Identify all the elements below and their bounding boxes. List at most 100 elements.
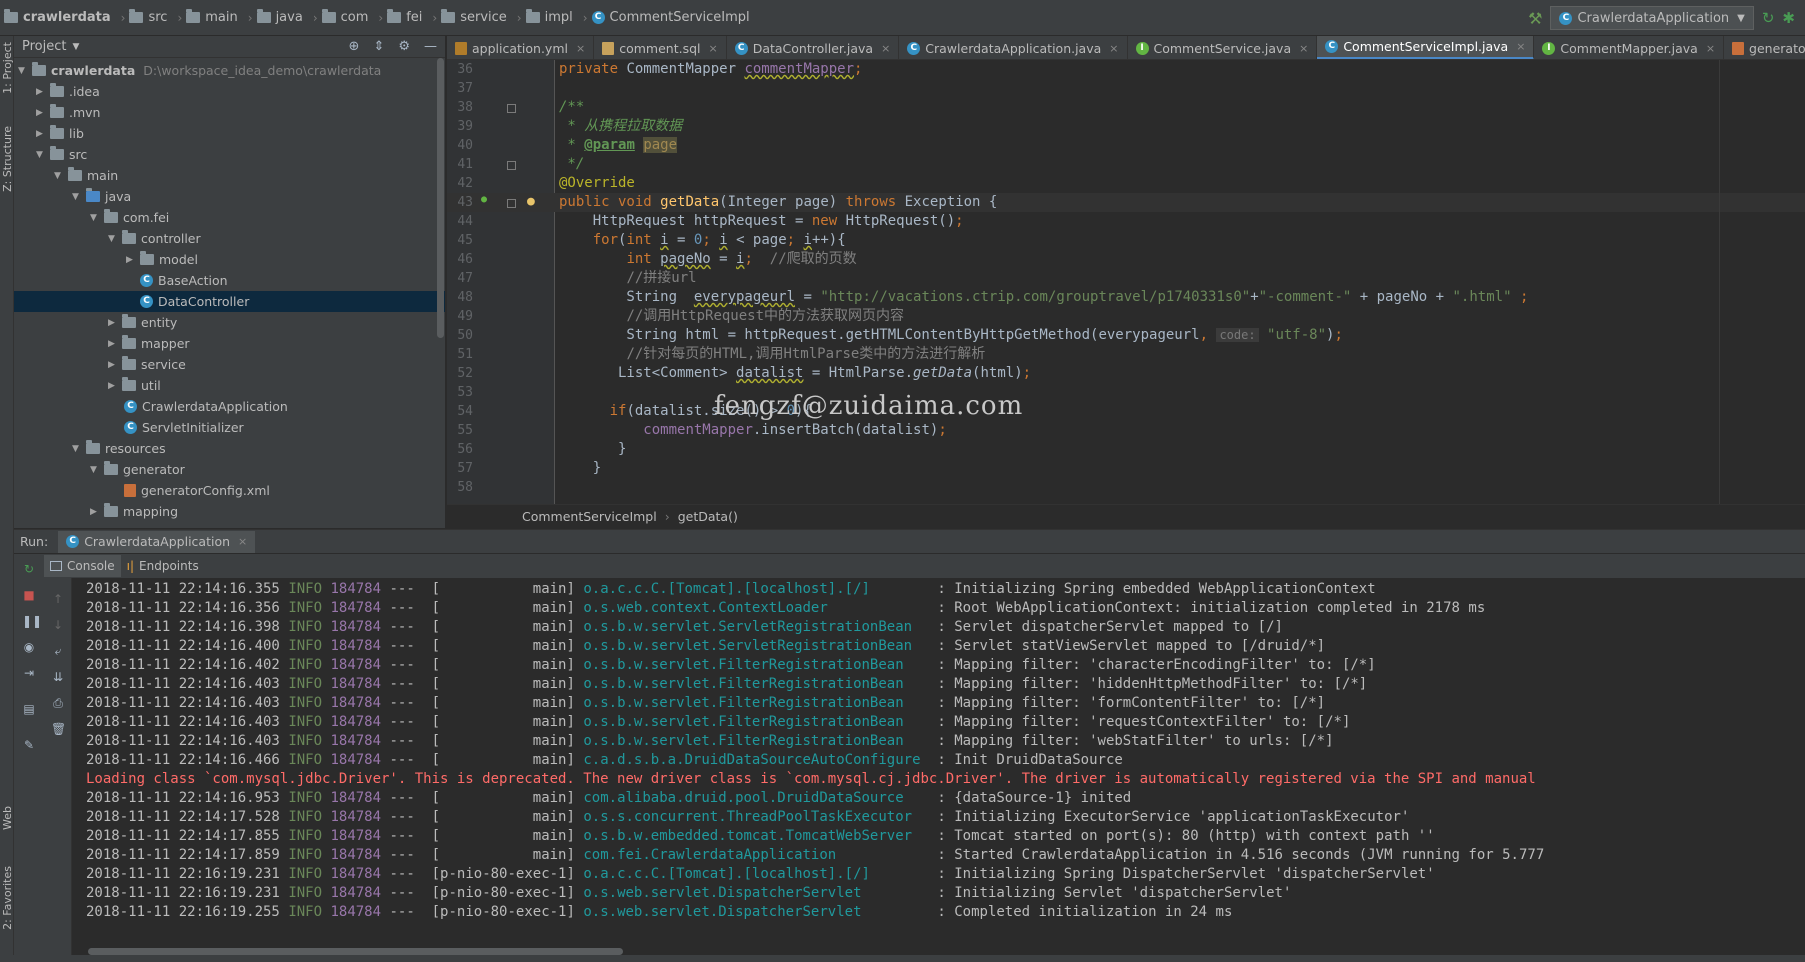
crumb-fei[interactable]: fei — [387, 9, 422, 25]
tree-item[interactable]: ▼ main — [14, 165, 445, 186]
fold-marker-icon[interactable] — [507, 199, 516, 208]
collapse-arrow-icon[interactable]: ▶ — [108, 318, 122, 328]
fold-marker-icon[interactable] — [507, 104, 516, 113]
console-output[interactable]: 2018-11-11 22:14:16.355 INFO 184784 --- … — [72, 580, 1805, 948]
close-icon[interactable]: × — [1516, 40, 1525, 53]
crumb-com[interactable]: com — [321, 9, 368, 25]
print-icon[interactable]: ⎙ — [51, 696, 65, 710]
expand-arrow-icon[interactable]: ▼ — [90, 465, 104, 475]
collapse-arrow-icon[interactable]: ▶ — [36, 129, 50, 139]
tab-crawlerdataapplication[interactable]: C CrawlerdataApplication.java × — [899, 36, 1128, 59]
run-tab-crawlerdata[interactable]: C CrawlerdataApplication × — [58, 530, 256, 553]
crumb-impl[interactable]: impl — [525, 9, 573, 25]
layout-icon[interactable]: ▤ — [22, 702, 36, 716]
tree-item[interactable]: C ServletInitializer — [14, 417, 445, 438]
run-configuration-select[interactable]: C CrawlerdataApplication ▼ — [1550, 6, 1754, 30]
crumb-project[interactable]: crawlerdata — [4, 9, 111, 25]
tab-commentserviceimpl[interactable]: C CommentServiceImpl.java × — [1317, 36, 1535, 59]
editor-crumb-method[interactable]: getData() — [678, 509, 738, 524]
implements-method-icon[interactable]: ● — [481, 194, 487, 205]
tree-item[interactable]: ▼ controller — [14, 228, 445, 249]
tree-item-root[interactable]: ▼ crawlerdata D:\workspace_idea_demo\cra… — [14, 60, 445, 81]
tree-item[interactable]: ▼ src — [14, 144, 445, 165]
close-icon[interactable]: × — [238, 535, 247, 548]
editor-crumb-class[interactable]: CommentServiceImpl — [522, 509, 657, 524]
close-icon[interactable]: × — [576, 42, 585, 55]
tree-item[interactable]: ▶ mapping — [14, 501, 445, 522]
tree-item[interactable]: ▶ service — [14, 354, 445, 375]
arrow-down-icon[interactable]: ↓ — [51, 618, 65, 632]
collapse-arrow-icon[interactable]: ▶ — [108, 339, 122, 349]
tree-item[interactable]: ▼ com.fei — [14, 207, 445, 228]
pin-icon[interactable]: ✎ — [22, 738, 36, 752]
chevron-down-icon[interactable]: ▼ — [72, 42, 79, 52]
tree-item[interactable]: ▼ resources — [14, 438, 445, 459]
project-scrollbar[interactable] — [437, 58, 444, 338]
collapse-arrow-icon[interactable]: ▶ — [36, 87, 50, 97]
collapse-arrow-icon[interactable]: ▶ — [126, 255, 140, 265]
rerun-icon[interactable]: ↻ — [1762, 9, 1775, 27]
minimize-icon[interactable]: — — [424, 39, 437, 54]
soft-wrap-icon[interactable]: ⤶ — [51, 644, 65, 658]
expand-arrow-icon[interactable]: ▼ — [108, 234, 122, 244]
collapse-arrow-icon[interactable]: ▶ — [108, 381, 122, 391]
collapse-all-icon[interactable]: ⇕ — [373, 39, 384, 54]
tab-endpoints[interactable]: ı| Endpoints — [121, 555, 205, 577]
tree-item-selected[interactable]: C DataController — [14, 291, 445, 312]
tree-item[interactable]: C CrawlerdataApplication — [14, 396, 445, 417]
tree-item[interactable]: ▼ java — [14, 186, 445, 207]
gear-icon[interactable]: ⚙ — [398, 39, 410, 54]
close-icon[interactable]: × — [1706, 42, 1715, 55]
tree-item[interactable]: C BaseAction — [14, 270, 445, 291]
arrow-up-icon[interactable]: ↑ — [51, 592, 65, 606]
tab-console[interactable]: Console — [44, 555, 121, 577]
close-icon[interactable]: × — [708, 42, 717, 55]
debug-bug-icon[interactable]: ✱ — [1782, 9, 1795, 27]
tree-item[interactable]: ▶ mapper — [14, 333, 445, 354]
close-icon[interactable]: × — [1109, 42, 1118, 55]
camera-icon[interactable]: ◉ — [22, 640, 36, 654]
project-title[interactable]: Project — [22, 39, 66, 54]
lightbulb-icon[interactable]: ● — [527, 194, 535, 209]
fold-marker-icon[interactable] — [507, 161, 516, 170]
expand-arrow-icon[interactable]: ▼ — [72, 444, 86, 454]
expand-arrow-icon[interactable]: ▼ — [72, 192, 86, 202]
trash-icon[interactable]: 🗑 — [51, 722, 66, 736]
tree-item[interactable]: ▼ generator — [14, 459, 445, 480]
expand-arrow-icon[interactable]: ▼ — [18, 66, 32, 76]
crumb-main[interactable]: main — [186, 9, 238, 25]
scroll-to-end-icon[interactable]: ⇊ — [51, 670, 65, 684]
tree-item[interactable]: generatorConfig.xml — [14, 480, 445, 501]
expand-arrow-icon[interactable]: ▼ — [36, 150, 50, 160]
console-horizontal-scrollbar[interactable] — [88, 948, 623, 955]
exit-icon[interactable]: ⇥ — [22, 666, 36, 680]
crumb-java[interactable]: java — [256, 9, 303, 25]
tab-application-yml[interactable]: application.yml × — [447, 36, 595, 59]
tree-item[interactable]: ▶ .mvn — [14, 102, 445, 123]
collapse-arrow-icon[interactable]: ▶ — [108, 360, 122, 370]
tab-datacontroller[interactable]: C DataController.java × — [727, 36, 900, 59]
tab-structure[interactable]: Z: Structure — [1, 126, 14, 192]
tree-item[interactable]: ▶ entity — [14, 312, 445, 333]
tree-item[interactable]: ▶ util — [14, 375, 445, 396]
pause-icon[interactable]: ❚❚ — [22, 614, 42, 628]
tab-comment-sql[interactable]: comment.sql × — [594, 36, 727, 59]
tab-commentservice[interactable]: I CommentService.java × — [1128, 36, 1318, 59]
expand-arrow-icon[interactable]: ▼ — [54, 171, 68, 181]
tab-favorites[interactable]: 2: Favorites — [1, 866, 14, 930]
tab-generatorconfig[interactable]: generatorConfig.xml× — [1724, 36, 1805, 59]
collapse-arrow-icon[interactable]: ▶ — [36, 108, 50, 118]
code-editor[interactable]: 36 private CommentMapper commentMapper; 3… — [447, 60, 1805, 504]
expand-arrow-icon[interactable]: ▼ — [90, 213, 104, 223]
locate-icon[interactable]: ⊕ — [349, 39, 360, 54]
crumb-class[interactable]: C CommentServiceImpl — [591, 10, 750, 25]
close-icon[interactable]: × — [1299, 42, 1308, 55]
crumb-src[interactable]: src — [129, 9, 167, 25]
stop-icon[interactable]: ■ — [22, 588, 36, 602]
close-icon[interactable]: × — [881, 42, 890, 55]
build-hammer-icon[interactable]: ⚒ — [1528, 9, 1542, 28]
rerun-icon[interactable]: ↻ — [22, 562, 36, 576]
crumb-service[interactable]: service — [441, 9, 507, 25]
tree-item[interactable]: ▶ .idea — [14, 81, 445, 102]
tab-web[interactable]: Web — [1, 806, 14, 830]
